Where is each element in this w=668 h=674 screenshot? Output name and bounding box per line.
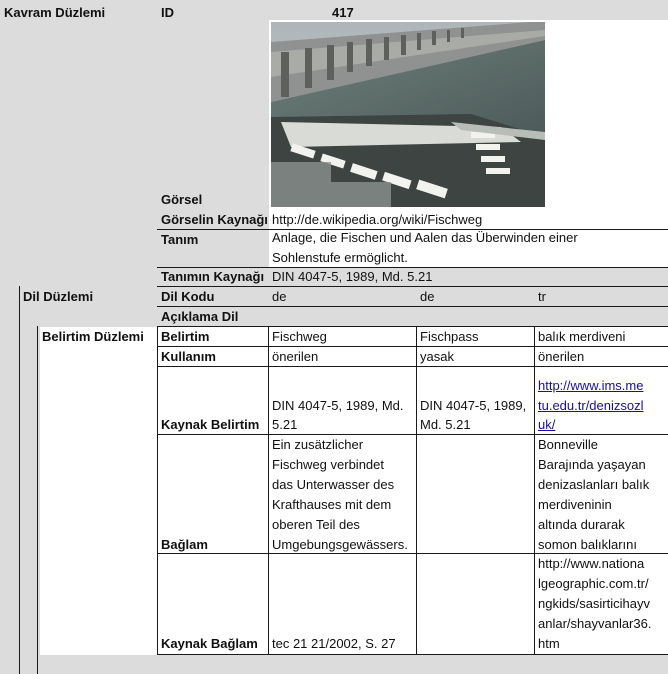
baglam-col1-line-6: Umgebungsgewässers. (272, 537, 408, 552)
kb-col2-line-2: Md. 5.21 (420, 417, 471, 432)
dil-kodu-label: Dil Kodu (161, 289, 215, 304)
baglam-col1-line-4: Krafthauses mit dem (272, 497, 392, 512)
dil-kodu-3: tr (538, 289, 546, 304)
id-label: ID (161, 5, 174, 20)
dil-section-title: Dil Düzlemi (23, 289, 94, 304)
kullanim-3: önerilen (538, 349, 585, 364)
gorsel-kaynak-value: http://de.wikipedia.org/wiki/Fischweg (272, 212, 483, 227)
tanim-kaynak-label: Tanımın Kaynağı (161, 269, 265, 284)
kullanim-2: yasak (420, 349, 454, 364)
kavram-section-title: Kavram Düzlemi (4, 5, 106, 20)
kbag-col1: tec 21 21/2002, S. 27 (272, 636, 396, 651)
kbag-col3-line-1: http://www.nationa (538, 556, 645, 571)
baglam-col1-line-2: Fischweg verbindet (272, 457, 384, 472)
kb-col3-link-line-2[interactable]: tu.edu.tr/denizsozl (538, 396, 644, 416)
baglam-col1-line-1: Ein zusätzlicher (272, 437, 364, 452)
belirtim-label: Belirtim (161, 329, 210, 344)
tanim-kaynak-value: DIN 4047-5, 1989, Md. 5.21 (272, 269, 433, 284)
kbag-col3-line-5: htm (538, 636, 560, 651)
belirtim-section-title: Belirtim Düzlemi (42, 329, 144, 344)
kaynak-belirtim-label: Kaynak Belirtim (161, 417, 260, 432)
id-value: 417 (332, 5, 354, 20)
baglam-col3-line-4: merdiveninin (538, 497, 612, 512)
kb-col3-link-line-3[interactable]: uk/ (538, 415, 555, 435)
kbag-col3-line-3: ngkids/sasirticihayv (538, 596, 650, 611)
gorsel-label: Görsel (161, 192, 203, 207)
baglam-col3-line-2: Barajında yaşayan (538, 457, 646, 472)
kullanim-1: önerilen (272, 349, 319, 364)
kullanim-label: Kullanım (161, 349, 216, 364)
baglam-col1-line-3: das Unterwasser des (272, 477, 395, 492)
baglam-label: Bağlam (161, 537, 208, 552)
kb-col3-link-line-1[interactable]: http://www.ims.me (538, 376, 643, 396)
tanim-line-2: Sohlenstufe ermöglicht. (272, 250, 408, 265)
gorsel-kaynak-label: Görselin Kaynağı (161, 212, 268, 227)
baglam-col3-line-1: Bonneville (538, 437, 598, 452)
kb-col1-line-1: DIN 4047-5, 1989, Md. (272, 398, 404, 413)
dil-kodu-2: de (420, 289, 435, 304)
belirtim-2: Fischpass (420, 329, 479, 344)
belirtim-3: balık merdiveni (538, 329, 626, 344)
baglam-col3-line-6: somon balıklarını (538, 537, 637, 552)
tanim-line-1: Anlage, die Fischen und Aalen das Überwi… (272, 230, 578, 245)
kbag-col3-line-2: lgeographic.com.tr/ (538, 576, 649, 591)
kaynak-baglam-label: Kaynak Bağlam (161, 636, 258, 651)
baglam-col3-line-3: denizaslanları balık (538, 477, 650, 492)
aciklama-dil-label: Açıklama Dil (161, 309, 239, 324)
tanim-label: Tanım (161, 232, 199, 247)
kb-col1-line-2: 5.21 (272, 417, 298, 432)
fish-ladder-photo (271, 22, 545, 207)
belirtim-1: Fischweg (272, 329, 327, 344)
baglam-col1-line-5: oberen Teil des (272, 517, 360, 532)
dil-kodu-1: de (272, 289, 287, 304)
baglam-col3-line-5: altında durarak (538, 517, 625, 532)
kb-col2-line-1: DIN 4047-5, 1989, (420, 398, 527, 413)
kbag-col3-line-4: anlar/shayvanlar36. (538, 616, 652, 631)
